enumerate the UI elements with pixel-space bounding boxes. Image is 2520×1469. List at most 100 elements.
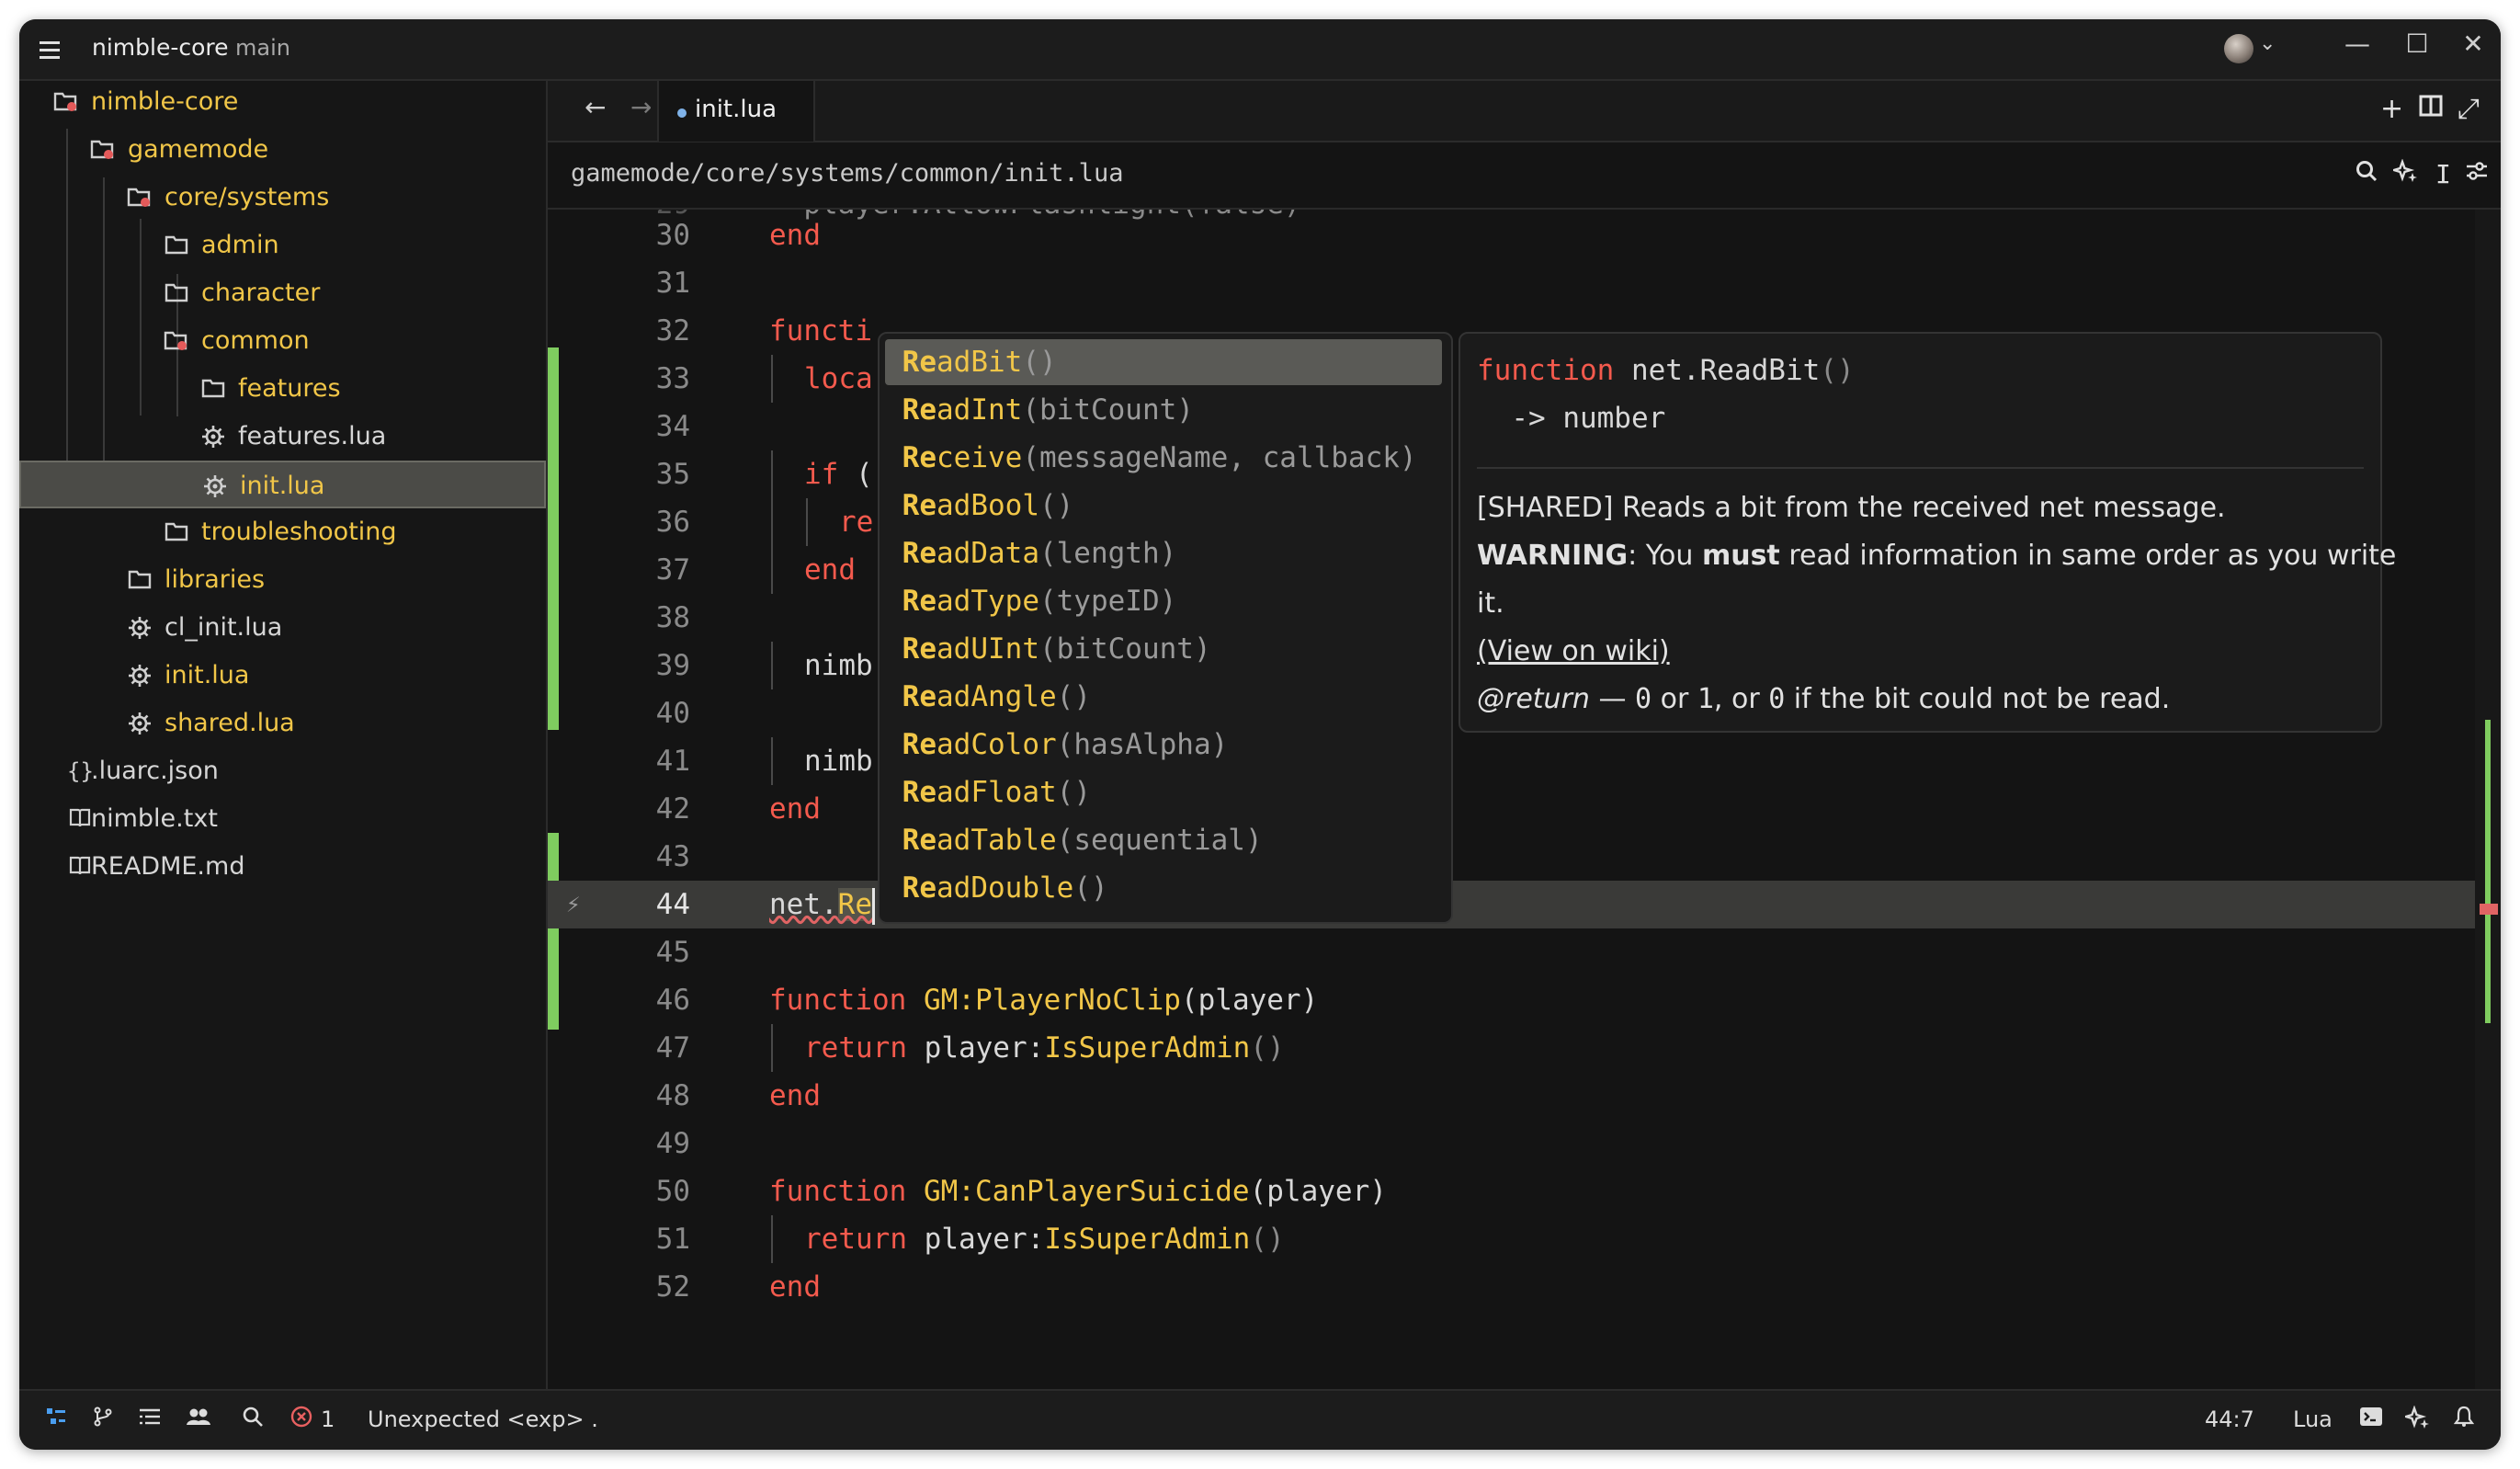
code-line[interactable]: 43: [548, 833, 2501, 881]
completion-item[interactable]: ReadFloat(): [885, 769, 1442, 815]
editor-window: nimble-core main ⌄ — ☐ ✕ nimble-core game…: [19, 19, 2501, 1450]
completion-item[interactable]: ReadInt(bitCount): [885, 387, 1442, 433]
sparkle-icon[interactable]: [2389, 158, 2419, 191]
tree-item-libraries[interactable]: libraries: [19, 556, 546, 604]
line-number: 41: [655, 745, 690, 778]
folder-icon: [164, 233, 189, 258]
code-line[interactable]: 45: [548, 928, 2501, 976]
tree-item-nimble-txt[interactable]: nimble.txt: [19, 795, 546, 843]
chevron-down-icon[interactable]: ⌄: [2259, 32, 2276, 55]
tree-item-label: README.md: [91, 852, 245, 881]
completion-item[interactable]: ReadColor(hasAlpha): [885, 722, 1442, 768]
tree-item-character[interactable]: character: [19, 269, 546, 317]
terminal-icon[interactable]: [2359, 1406, 2383, 1434]
book-icon: [67, 806, 93, 832]
code-line[interactable]: 41 nimb: [548, 737, 2501, 785]
tree-item-troubleshooting[interactable]: troubleshooting: [19, 508, 546, 556]
text-cursor-icon[interactable]: I: [2435, 159, 2451, 189]
code-line[interactable]: 31: [548, 259, 2501, 307]
code-text: end: [769, 1270, 821, 1304]
code-line[interactable]: 47 return player:IsSuperAdmin(): [548, 1024, 2501, 1072]
tree-item-nimble-core[interactable]: nimble-core: [19, 78, 546, 126]
completion-item[interactable]: Receive(messageName, callback): [885, 435, 1442, 481]
code-line[interactable]: 30 end: [548, 211, 2501, 259]
forward-icon[interactable]: →: [630, 92, 652, 122]
split-pane-icon[interactable]: [2419, 93, 2443, 125]
completion-item[interactable]: ReadData(length): [885, 530, 1442, 576]
code-text: function GM:PlayerNoClip(player): [769, 984, 1319, 1017]
completion-item[interactable]: ReadUInt(bitCount): [885, 626, 1442, 672]
hamburger-menu-icon[interactable]: [38, 36, 65, 63]
notification-bell-icon[interactable]: [2453, 1406, 2475, 1434]
tree-item-core-systems[interactable]: core/systems: [19, 174, 546, 222]
breadcrumb-path[interactable]: gamemode/core/systems/common/init.lua: [571, 159, 1123, 188]
code-line[interactable]: 48 end: [548, 1072, 2501, 1120]
fullscreen-icon[interactable]: ⤢: [2458, 93, 2480, 125]
tree-item-label: troubleshooting: [201, 518, 397, 546]
diagnostic-message[interactable]: Unexpected <exp> .: [368, 1406, 598, 1432]
code-action-lightning-icon[interactable]: ⚡: [566, 881, 581, 928]
tree-item-gamemode[interactable]: gamemode: [19, 126, 546, 174]
language-selector[interactable]: Lua: [2293, 1406, 2333, 1432]
completion-item[interactable]: ReadBool(): [885, 483, 1442, 529]
completion-item[interactable]: ReadTable(sequential): [885, 817, 1442, 863]
tab-label: init.lua: [695, 96, 778, 123]
assistant-icon[interactable]: [2401, 1405, 2431, 1438]
code-line[interactable]: 42 end: [548, 785, 2501, 833]
sliders-icon[interactable]: [2465, 159, 2489, 189]
tab-init-lua[interactable]: init.lua: [657, 81, 815, 142]
scrollbar[interactable]: [2475, 210, 2501, 1389]
completion-item[interactable]: ReadBit(): [885, 339, 1442, 385]
cursor-position[interactable]: 44:7: [2205, 1406, 2254, 1432]
tree-item--luarc-json[interactable]: {} .luarc.json: [19, 747, 546, 795]
user-avatar[interactable]: [2224, 34, 2253, 63]
breadcrumb: gamemode/core/systems/common/init.lua I: [548, 142, 2501, 210]
branch-name[interactable]: main: [235, 35, 290, 61]
wiki-link[interactable]: (View on wiki): [1477, 628, 1670, 676]
autocomplete-menu[interactable]: ReadBit() ReadInt(bitCount) Receive(mess…: [878, 332, 1453, 924]
new-tab-icon[interactable]: +: [2380, 93, 2403, 125]
search-icon[interactable]: [242, 1406, 264, 1434]
collaborators-icon[interactable]: [186, 1406, 211, 1434]
tree-item-features-lua[interactable]: features.lua: [19, 413, 546, 461]
folder-git-icon: [90, 137, 116, 163]
close-icon[interactable]: ✕: [2455, 28, 2492, 59]
code-line[interactable]: 50 function GM:CanPlayerSuicide(player): [548, 1167, 2501, 1215]
tree-item-features[interactable]: features: [19, 365, 546, 413]
tree-item-common[interactable]: common: [19, 317, 546, 365]
completion-item[interactable]: ReadDouble(): [885, 865, 1442, 911]
line-number: 33: [655, 362, 690, 395]
json-file-icon: {}: [67, 758, 94, 784]
project-name[interactable]: nimble-core: [92, 34, 229, 61]
search-icon[interactable]: [2355, 159, 2378, 189]
tree-item-readme-md[interactable]: README.md: [19, 843, 546, 891]
error-icon[interactable]: [290, 1406, 312, 1434]
folder-icon: [164, 280, 189, 306]
project-panel-icon[interactable]: [45, 1406, 67, 1434]
line-number: 52: [655, 1270, 690, 1304]
indent-guide: [771, 546, 773, 594]
tree-item-label: init.lua: [165, 661, 250, 689]
code-line[interactable]: 44 net.Re ⚡: [548, 881, 2501, 928]
tree-item-cl-init-lua[interactable]: cl_init.lua: [19, 604, 546, 652]
line-number: 30: [655, 219, 690, 252]
tree-item-shared-lua[interactable]: shared.lua: [19, 700, 546, 747]
minimize-icon[interactable]: —: [2339, 28, 2376, 59]
code-line[interactable]: 52 end: [548, 1263, 2501, 1311]
line-number: 31: [655, 267, 690, 300]
code-line[interactable]: 46 function GM:PlayerNoClip(player): [548, 976, 2501, 1024]
tree-item-label: .luarc.json: [91, 757, 219, 785]
back-icon[interactable]: ←: [585, 92, 606, 122]
code-line[interactable]: 49: [548, 1120, 2501, 1167]
maximize-icon[interactable]: ☐: [2399, 28, 2435, 59]
tree-item-init-lua[interactable]: init.lua: [19, 652, 546, 700]
completion-item[interactable]: ReadType(typeID): [885, 578, 1442, 624]
error-count[interactable]: 1: [321, 1406, 335, 1432]
code-line[interactable]: 51 return player:IsSuperAdmin(): [548, 1215, 2501, 1263]
line-number: 40: [655, 697, 690, 730]
git-branch-icon[interactable]: [92, 1406, 114, 1434]
tree-item-admin[interactable]: admin: [19, 222, 546, 269]
tree-item-init-lua[interactable]: init.lua: [19, 461, 546, 508]
outline-icon[interactable]: [138, 1406, 162, 1434]
completion-item[interactable]: ReadAngle(): [885, 674, 1442, 720]
